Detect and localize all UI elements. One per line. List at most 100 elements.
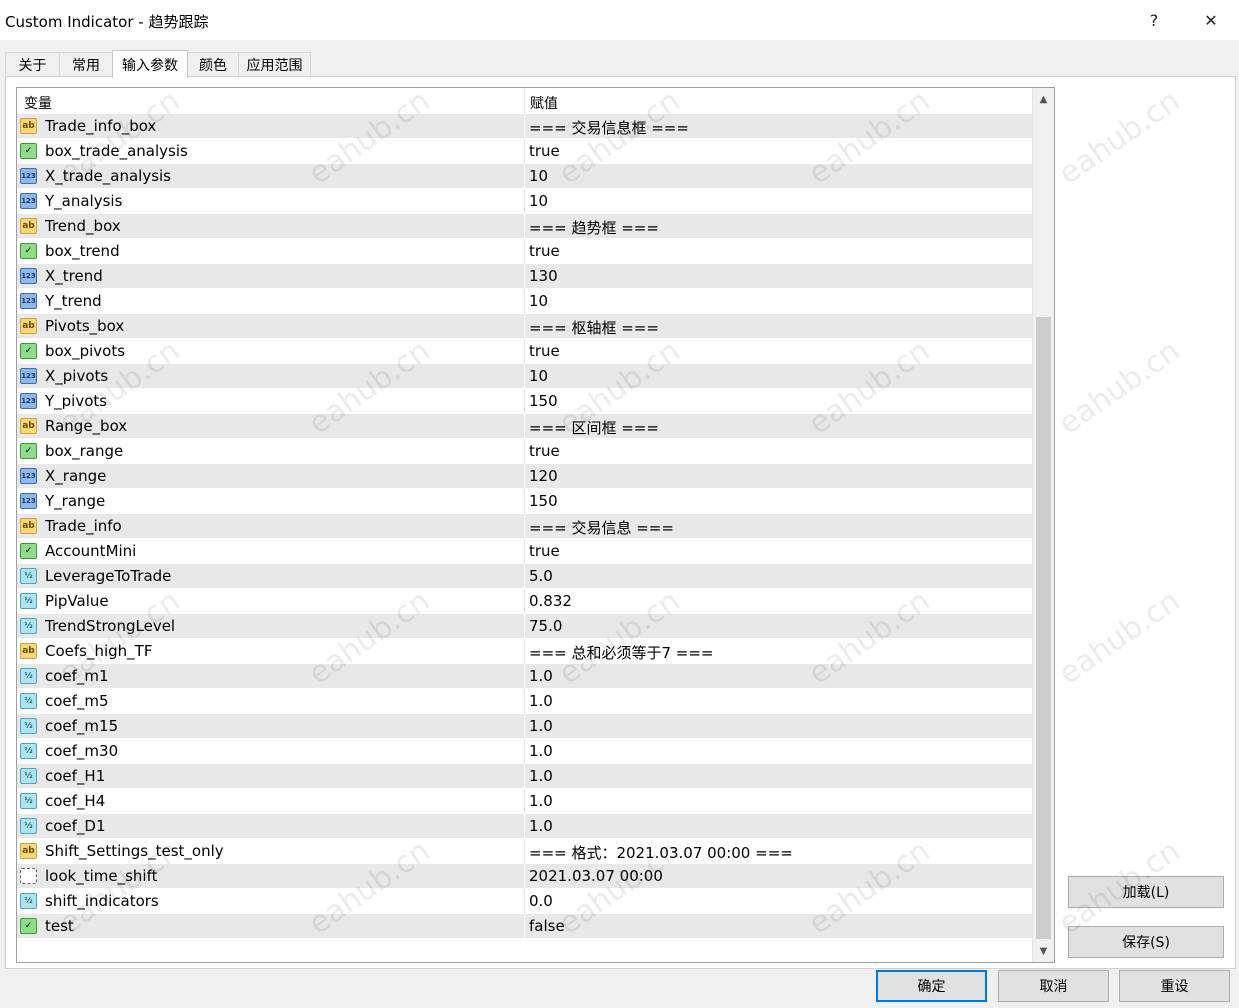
table-row[interactable]: ½ coef_D1 1.0	[17, 814, 1033, 839]
table-row[interactable]: 123 Y_analysis 10	[17, 189, 1033, 214]
string-icon: ab	[20, 318, 37, 334]
parameter-value[interactable]: === 格式：2021.03.07 00:00 ===	[529, 842, 793, 863]
table-row[interactable]: ½ coef_m15 1.0	[17, 714, 1033, 739]
table-row[interactable]: look_time_shift 2021.03.07 00:00	[17, 864, 1033, 889]
double-icon: ½	[20, 768, 37, 784]
load-button[interactable]: 加载(L)	[1068, 876, 1224, 908]
column-divider	[524, 214, 525, 239]
table-row[interactable]: 123 X_trend 130	[17, 264, 1033, 289]
parameter-name: AccountMini	[45, 542, 137, 560]
table-row[interactable]: ab Pivots_box === 枢轴框 ===	[17, 314, 1033, 339]
table-row[interactable]: 123 Y_range 150	[17, 489, 1033, 514]
parameter-name: coef_m5	[45, 692, 109, 710]
header-value[interactable]: 赋值	[530, 93, 558, 113]
cancel-button[interactable]: 取消	[998, 970, 1109, 1002]
scroll-thumb[interactable]	[1036, 317, 1051, 939]
table-row[interactable]: ✓ box_trade_analysis true	[17, 139, 1033, 164]
column-divider	[524, 714, 525, 739]
parameter-value[interactable]: 10	[529, 367, 548, 385]
table-row[interactable]: ½ coef_H1 1.0	[17, 764, 1033, 789]
column-divider	[524, 114, 525, 139]
parameter-value[interactable]: true	[529, 242, 560, 260]
table-row[interactable]: ✓ AccountMini true	[17, 539, 1033, 564]
parameter-value[interactable]: 10	[529, 192, 548, 210]
parameter-value[interactable]: 120	[529, 467, 558, 485]
parameter-value[interactable]: false	[529, 917, 565, 935]
parameter-value[interactable]: === 交易信息 ===	[529, 517, 674, 538]
table-row[interactable]: ab Shift_Settings_test_only === 格式：2021.03…	[17, 839, 1033, 864]
scroll-up-icon[interactable]: ▲	[1033, 88, 1054, 110]
double-icon: ½	[20, 668, 37, 684]
table-row[interactable]: ab Trade_info === 交易信息 ===	[17, 514, 1033, 539]
table-row[interactable]: 123 X_pivots 10	[17, 364, 1033, 389]
table-row[interactable]: ½ LeverageToTrade 5.0	[17, 564, 1033, 589]
parameters-grid: 变量 赋值 ab Trade_info_box === 交易信息框 === ✓ box_…	[16, 87, 1055, 963]
parameter-value[interactable]: 1.0	[529, 792, 553, 810]
tab-common[interactable]: 常用	[59, 52, 113, 76]
table-row[interactable]: ✓ box_range true	[17, 439, 1033, 464]
parameter-value[interactable]: 10	[529, 167, 548, 185]
parameter-name: Trend_box	[45, 217, 121, 235]
table-row[interactable]: 123 Y_trend 10	[17, 289, 1033, 314]
parameter-value[interactable]: 150	[529, 392, 558, 410]
parameter-value[interactable]: === 交易信息框 ===	[529, 117, 689, 138]
parameter-value[interactable]: 75.0	[529, 617, 562, 635]
parameter-value[interactable]: 150	[529, 492, 558, 510]
parameter-value[interactable]: 1.0	[529, 742, 553, 760]
parameter-value[interactable]: === 枢轴框 ===	[529, 317, 659, 338]
parameter-value[interactable]: === 区间框 ===	[529, 417, 659, 438]
table-row[interactable]: ½ shift_indicators 0.0	[17, 889, 1033, 914]
parameter-value[interactable]: 5.0	[529, 567, 553, 585]
save-button[interactable]: 保存(S)	[1068, 926, 1224, 958]
parameter-value[interactable]: 1.0	[529, 817, 553, 835]
bool-icon: ✓	[20, 343, 37, 359]
help-button[interactable]: ?	[1131, 0, 1177, 40]
bool-icon: ✓	[20, 143, 37, 159]
reset-button[interactable]: 重设	[1119, 970, 1230, 1002]
header-divider[interactable]	[524, 88, 525, 114]
bool-icon: ✓	[20, 543, 37, 559]
parameter-value[interactable]: 2021.03.07 00:00	[529, 867, 663, 885]
parameter-value[interactable]: 0.832	[529, 592, 572, 610]
table-row[interactable]: ½ PipValue 0.832	[17, 589, 1033, 614]
parameter-value[interactable]: 130	[529, 267, 558, 285]
scroll-down-icon[interactable]: ▼	[1033, 940, 1054, 962]
tab-about[interactable]: 关于	[5, 52, 60, 76]
table-row[interactable]: 123 X_range 120	[17, 464, 1033, 489]
table-row[interactable]: ½ coef_m5 1.0	[17, 689, 1033, 714]
parameter-value[interactable]: true	[529, 442, 560, 460]
table-row[interactable]: ✓ test false	[17, 914, 1033, 939]
parameter-value[interactable]: true	[529, 142, 560, 160]
table-row[interactable]: ab Trend_box === 趋势框 ===	[17, 214, 1033, 239]
parameter-value[interactable]: 10	[529, 292, 548, 310]
table-row[interactable]: ✓ box_pivots true	[17, 339, 1033, 364]
header-variable[interactable]: 变量	[24, 93, 52, 113]
table-row[interactable]: ½ TrendStrongLevel 75.0	[17, 614, 1033, 639]
parameter-name: test	[45, 917, 74, 935]
ok-button[interactable]: 确定	[876, 970, 987, 1002]
parameter-value[interactable]: === 总和必须等于7 ===	[529, 642, 714, 663]
table-row[interactable]: 123 X_trade_analysis 10	[17, 164, 1033, 189]
table-row[interactable]: ½ coef_m1 1.0	[17, 664, 1033, 689]
parameter-value[interactable]: 1.0	[529, 767, 553, 785]
parameter-value[interactable]: 1.0	[529, 667, 553, 685]
table-row[interactable]: ½ coef_H4 1.0	[17, 789, 1033, 814]
parameter-value[interactable]: 1.0	[529, 692, 553, 710]
tab-visualization[interactable]: 应用范围	[238, 52, 311, 76]
table-row[interactable]: ab Trade_info_box === 交易信息框 ===	[17, 114, 1033, 139]
tab-colors[interactable]: 颜色	[187, 52, 239, 76]
table-row[interactable]: ✓ box_trend true	[17, 239, 1033, 264]
parameter-value[interactable]: true	[529, 542, 560, 560]
vertical-scrollbar[interactable]: ▲ ▼	[1032, 88, 1054, 962]
table-row[interactable]: ab Range_box === 区间框 ===	[17, 414, 1033, 439]
parameter-name: TrendStrongLevel	[45, 617, 176, 635]
table-row[interactable]: ½ coef_m30 1.0	[17, 739, 1033, 764]
tab-inputs[interactable]: 输入参数	[112, 50, 188, 78]
close-button[interactable]: ✕	[1188, 0, 1234, 40]
table-row[interactable]: ab Coefs_high_TF === 总和必须等于7 ===	[17, 639, 1033, 664]
parameter-value[interactable]: 1.0	[529, 717, 553, 735]
table-row[interactable]: 123 Y_pivots 150	[17, 389, 1033, 414]
parameter-value[interactable]: === 趋势框 ===	[529, 217, 659, 238]
parameter-value[interactable]: true	[529, 342, 560, 360]
parameter-value[interactable]: 0.0	[529, 892, 553, 910]
